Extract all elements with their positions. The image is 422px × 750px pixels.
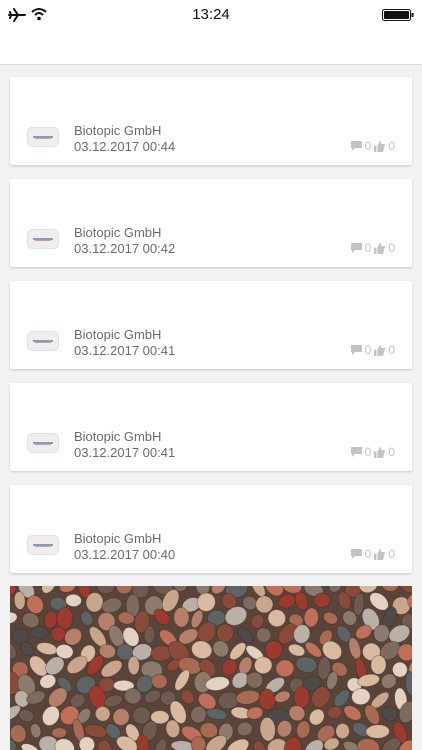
post-author: Biotopic GmbH — [74, 429, 162, 444]
post-stats: 0 0 — [350, 547, 395, 561]
post-card[interactable]: Biotopic GmbH 03.12.2017 00:40 0 0 — [10, 485, 412, 573]
pebble — [51, 727, 67, 739]
thumbs-up-icon[interactable] — [374, 140, 386, 152]
pebble — [173, 607, 190, 628]
post-stats: 0 0 — [350, 241, 395, 255]
company-logo — [27, 127, 59, 147]
post-date: 03.12.2017 00:41 — [74, 445, 176, 460]
post-date: 03.12.2017 00:41 — [74, 343, 176, 358]
pebble — [151, 673, 168, 689]
company-logo — [27, 535, 59, 555]
comment-count: 0 — [364, 241, 372, 255]
pebble — [127, 655, 140, 676]
thumbs-up-icon[interactable] — [374, 344, 386, 356]
comment-icon — [350, 141, 362, 151]
comment-count: 0 — [364, 445, 372, 459]
thumbs-up-icon[interactable] — [374, 446, 386, 458]
comment-icon — [350, 447, 362, 457]
pebble — [30, 625, 49, 639]
post-author: Biotopic GmbH — [74, 123, 162, 138]
pebble — [216, 623, 235, 643]
like-count: 0 — [388, 343, 395, 357]
post-card[interactable]: Biotopic GmbH 03.12.2017 00:41 0 0 — [10, 281, 412, 369]
thumbs-up-icon[interactable] — [374, 548, 386, 560]
pebble — [293, 686, 310, 709]
comment-icon — [350, 549, 362, 559]
post-stats: 0 0 — [350, 139, 395, 153]
status-time: 13:24 — [192, 6, 230, 23]
like-count: 0 — [388, 241, 395, 255]
post-card[interactable]: Biotopic GmbH 03.12.2017 00:42 0 0 — [10, 179, 412, 267]
like-count: 0 — [388, 547, 395, 561]
company-logo — [27, 331, 59, 351]
company-logo — [27, 433, 59, 453]
battery-icon — [382, 9, 414, 21]
post-author: Biotopic GmbH — [74, 327, 162, 342]
post-date: 03.12.2017 00:40 — [74, 547, 176, 562]
post-date: 03.12.2017 00:42 — [74, 241, 176, 256]
post-stats: 0 0 — [350, 343, 395, 357]
post-author: Biotopic GmbH — [74, 225, 162, 240]
navigation-bar — [0, 30, 422, 65]
comment-count: 0 — [364, 139, 372, 153]
post-stats: 0 0 — [350, 445, 395, 459]
post-card[interactable]: Biotopic GmbH 03.12.2017 00:41 0 0 — [10, 383, 412, 471]
status-bar: 13:24 — [0, 0, 422, 30]
like-count: 0 — [388, 139, 395, 153]
post-date: 03.12.2017 00:44 — [74, 139, 176, 154]
post-author: Biotopic GmbH — [74, 531, 162, 546]
post-card[interactable]: Biotopic GmbH 03.12.2017 00:44 0 0 — [10, 77, 412, 165]
company-logo — [27, 229, 59, 249]
comment-count: 0 — [364, 547, 372, 561]
comment-count: 0 — [364, 343, 372, 357]
thumbs-up-icon[interactable] — [374, 242, 386, 254]
pebbles-image — [10, 586, 412, 750]
like-count: 0 — [388, 445, 395, 459]
comment-icon — [350, 243, 362, 253]
post-image-pebbles[interactable] — [10, 586, 412, 750]
comment-icon — [350, 345, 362, 355]
